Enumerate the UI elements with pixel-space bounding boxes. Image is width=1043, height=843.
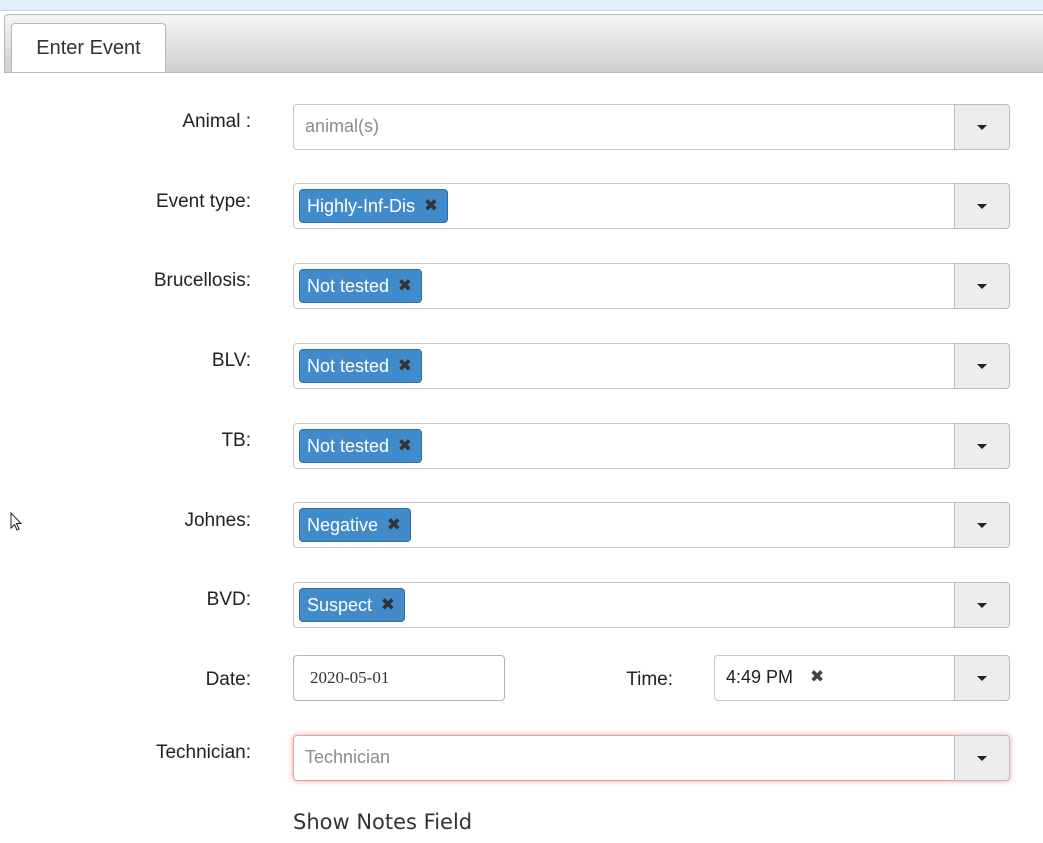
blv-dropdown-button[interactable] bbox=[954, 343, 1010, 389]
caret-down-icon bbox=[977, 125, 987, 130]
mouse-pointer-icon bbox=[10, 512, 23, 531]
brucellosis-select[interactable]: Not tested ✖ bbox=[293, 263, 1010, 309]
johnes-dropdown-button[interactable] bbox=[954, 502, 1010, 548]
blv-label: BLV: bbox=[211, 350, 251, 371]
tag-text: Not tested bbox=[307, 356, 390, 376]
event-type-dropdown-button[interactable] bbox=[954, 183, 1010, 229]
event-type-tag: Highly-Inf-Dis ✖ bbox=[299, 189, 449, 223]
event-type-select[interactable]: Highly-Inf-Dis ✖ bbox=[293, 183, 1010, 229]
show-notes-link[interactable]: Show Notes Field bbox=[293, 810, 472, 834]
blv-select[interactable]: Not tested ✖ bbox=[293, 343, 1010, 389]
time-dropdown-button[interactable] bbox=[954, 655, 1010, 701]
caret-down-icon bbox=[977, 284, 987, 289]
tb-tag: Not tested ✖ bbox=[299, 429, 423, 463]
technician-select[interactable]: Technician bbox=[293, 735, 1010, 781]
time-value: 4:49 PM bbox=[726, 667, 794, 687]
remove-x-icon[interactable]: ✖ bbox=[810, 667, 824, 687]
remove-x-icon[interactable]: ✖ bbox=[387, 509, 401, 541]
brucellosis-label: Brucellosis: bbox=[153, 270, 251, 291]
tag-text: Not tested bbox=[307, 276, 390, 296]
brucellosis-dropdown-button[interactable] bbox=[954, 263, 1010, 309]
blv-tag: Not tested ✖ bbox=[299, 349, 423, 383]
technician-label: Technician: bbox=[155, 742, 251, 763]
caret-down-icon bbox=[977, 204, 987, 209]
tb-select[interactable]: Not tested ✖ bbox=[293, 423, 1010, 469]
bvd-label: BVD: bbox=[206, 589, 251, 610]
tag-text: Not tested bbox=[307, 436, 390, 456]
remove-x-icon[interactable]: ✖ bbox=[424, 190, 438, 222]
caret-down-icon bbox=[977, 756, 987, 761]
date-label: Date: bbox=[205, 669, 251, 690]
time-label: Time: bbox=[626, 669, 673, 690]
animal-label: Animal : bbox=[182, 111, 251, 132]
bvd-select[interactable]: Suspect ✖ bbox=[293, 582, 1010, 628]
browser-top-strip bbox=[0, 0, 1043, 11]
brucellosis-tag: Not tested ✖ bbox=[299, 269, 423, 303]
tag-text: Negative bbox=[307, 515, 379, 535]
animal-placeholder: animal(s) bbox=[305, 116, 380, 136]
event-type-label: Event type: bbox=[155, 191, 251, 212]
bvd-dropdown-button[interactable] bbox=[954, 582, 1010, 628]
tag-text: Suspect bbox=[307, 595, 373, 615]
tab-enter-event[interactable]: Enter Event bbox=[11, 23, 166, 72]
caret-down-icon bbox=[977, 676, 987, 681]
johnes-select[interactable]: Negative ✖ bbox=[293, 502, 1010, 548]
technician-placeholder: Technician bbox=[305, 747, 391, 767]
tag-text: Highly-Inf-Dis bbox=[307, 196, 416, 216]
caret-down-icon bbox=[977, 364, 987, 369]
caret-down-icon bbox=[977, 523, 987, 528]
bvd-tag: Suspect ✖ bbox=[299, 588, 406, 622]
technician-dropdown-button[interactable] bbox=[954, 735, 1010, 781]
remove-x-icon[interactable]: ✖ bbox=[398, 350, 412, 382]
remove-x-icon[interactable]: ✖ bbox=[398, 270, 412, 302]
johnes-label: Johnes: bbox=[184, 510, 251, 531]
animal-dropdown-button[interactable] bbox=[954, 104, 1010, 150]
remove-x-icon[interactable]: ✖ bbox=[381, 589, 395, 621]
time-select[interactable]: 4:49 PM ✖ bbox=[714, 655, 1010, 701]
johnes-tag: Negative ✖ bbox=[299, 508, 412, 542]
tb-label: TB: bbox=[221, 430, 251, 451]
caret-down-icon bbox=[977, 444, 987, 449]
remove-x-icon[interactable]: ✖ bbox=[398, 430, 412, 462]
caret-down-icon bbox=[977, 603, 987, 608]
animal-select[interactable]: animal(s) bbox=[293, 104, 1010, 150]
tb-dropdown-button[interactable] bbox=[954, 423, 1010, 469]
